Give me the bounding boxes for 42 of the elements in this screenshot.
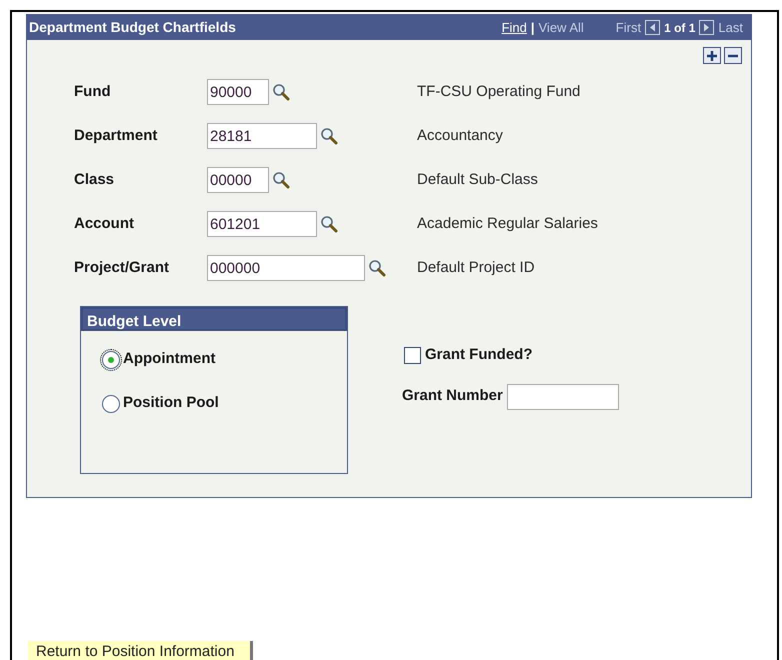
input-field[interactable]: 00000 <box>207 167 269 193</box>
field-description: Default Sub-Class <box>417 170 538 190</box>
radio-label: Position Pool <box>123 393 219 414</box>
view-all-link[interactable]: View All <box>538 18 584 38</box>
group-title: Budget Level <box>81 307 347 331</box>
field-description: Accountancy <box>417 126 503 146</box>
field-label: Department <box>74 126 158 146</box>
input-field[interactable]: 90000 <box>207 79 269 105</box>
field-description: TF-CSU Operating Fund <box>417 82 580 102</box>
next-icon[interactable] <box>699 20 714 35</box>
field-label: Project/Grant <box>74 258 170 278</box>
find-link[interactable]: Find <box>502 18 527 38</box>
return-button[interactable]: Return to Position Information <box>28 641 254 660</box>
first-link[interactable]: First <box>616 18 642 38</box>
delete-row-button[interactable] <box>724 47 742 64</box>
separator: | <box>530 18 534 37</box>
search-icon[interactable] <box>368 259 386 277</box>
search-icon[interactable] <box>272 83 290 101</box>
grant-funded-checkbox[interactable] <box>404 346 421 364</box>
radio-label: Appointment <box>123 349 216 370</box>
add-row-button[interactable] <box>703 47 721 64</box>
input-field[interactable]: 601201 <box>207 211 317 237</box>
radio-button[interactable] <box>102 350 120 368</box>
search-icon[interactable] <box>320 215 338 233</box>
page-counter: 1 of 1 <box>664 20 696 36</box>
search-icon[interactable] <box>272 171 290 189</box>
panel-title: Department Budget Chartfields <box>29 18 236 37</box>
last-link[interactable]: Last <box>718 18 743 38</box>
grant-number-field[interactable] <box>506 384 619 410</box>
field-description: Academic Regular Salaries <box>417 214 598 234</box>
plus-icon <box>706 50 718 62</box>
field-label: Class <box>74 170 116 190</box>
field-description: Default Project ID <box>417 258 535 278</box>
field-label: Account <box>74 214 135 234</box>
field-label: Fund <box>74 82 112 102</box>
previous-icon[interactable] <box>645 20 660 35</box>
checkbox-label: Grant Funded? <box>425 345 532 365</box>
input-field[interactable]: 28181 <box>207 123 317 149</box>
radio-button[interactable] <box>102 394 120 412</box>
input-field[interactable]: 000000 <box>207 255 365 281</box>
field-label: Grant Number <box>402 386 503 406</box>
search-icon[interactable] <box>320 127 338 145</box>
